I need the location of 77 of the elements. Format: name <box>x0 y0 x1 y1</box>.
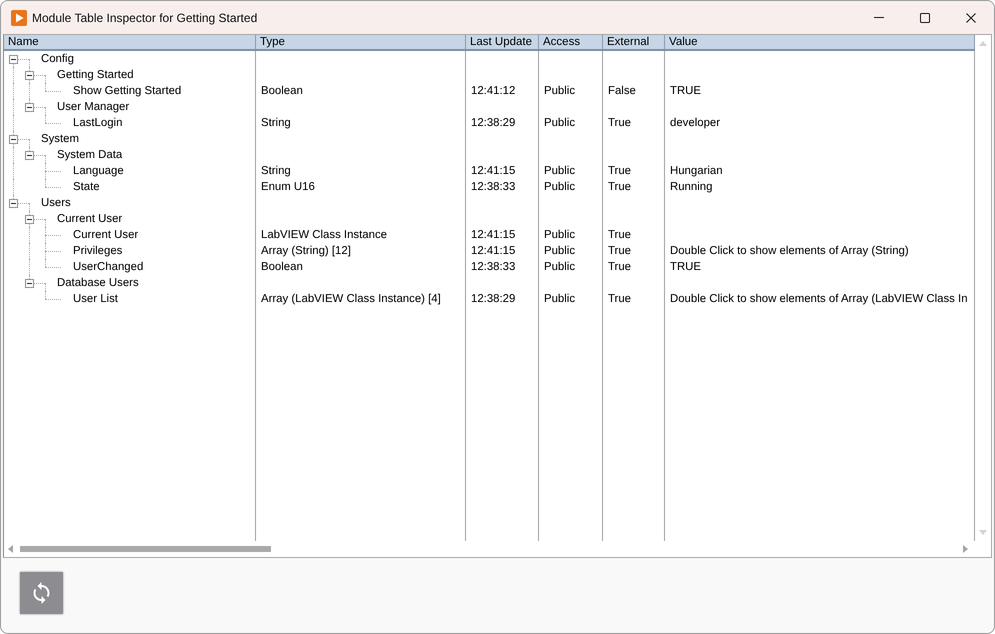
type-label: Enum U16 <box>261 180 315 195</box>
external-label: True <box>608 228 631 243</box>
external-label: True <box>608 244 631 259</box>
scrollbar-thumb[interactable] <box>20 546 271 552</box>
value-label: Double Click to show elements of Array (String) <box>670 244 909 259</box>
minus-box-icon[interactable] <box>25 215 34 224</box>
column-header[interactable]: Value <box>665 35 975 49</box>
tree-item-label[interactable]: Current User <box>57 211 122 227</box>
update-time: 12:41:15 <box>471 164 516 179</box>
column-header[interactable]: Name <box>4 35 256 49</box>
minus-box-icon[interactable] <box>25 151 34 160</box>
access-label: Public <box>544 260 576 275</box>
external-label: True <box>608 180 631 195</box>
access-label: Public <box>544 164 576 179</box>
update-time: 12:38:29 <box>471 292 516 307</box>
tree-item-label[interactable]: Database Users <box>57 275 139 291</box>
minimize-icon <box>874 17 884 18</box>
column-header[interactable]: Type <box>256 35 466 49</box>
minus-box-icon[interactable] <box>25 71 34 80</box>
value-label: Hungarian <box>670 164 723 179</box>
update-time: 12:38:33 <box>471 180 516 195</box>
minus-box-icon[interactable] <box>25 279 34 288</box>
external-label: True <box>608 164 631 179</box>
update-time: 12:38:29 <box>471 116 516 131</box>
type-label: Array (String) [12] <box>261 244 351 259</box>
close-icon <box>966 12 976 22</box>
value-label: Running <box>670 180 712 195</box>
update-time: 12:41:15 <box>471 244 516 259</box>
minus-box-icon[interactable] <box>9 135 18 144</box>
minus-box-icon[interactable] <box>9 199 18 208</box>
access-label: Public <box>544 228 576 243</box>
tree-item-label[interactable]: System <box>41 131 79 147</box>
tree-item-label[interactable]: User Manager <box>57 99 130 115</box>
access-label: Public <box>544 292 576 307</box>
tree-item-label[interactable]: Users <box>41 195 71 211</box>
tree-item-label[interactable]: UserChanged <box>73 259 144 275</box>
column-header[interactable]: Access <box>539 35 603 49</box>
type-label: LabVIEW Class Instance <box>261 228 387 243</box>
type-label: Array (LabVIEW Class Instance) [4] <box>261 292 441 307</box>
value-label: developer <box>670 116 720 131</box>
tree-item-label[interactable]: Getting Started <box>57 67 134 83</box>
access-label: Public <box>544 84 576 99</box>
type-label: String <box>261 164 291 179</box>
refresh-button[interactable] <box>20 572 63 614</box>
tree-item-label[interactable]: Config <box>41 51 74 67</box>
minus-box-icon[interactable] <box>9 55 18 64</box>
update-time: 12:38:33 <box>471 260 516 275</box>
maximize-icon <box>920 12 930 22</box>
minus-box-icon[interactable] <box>25 103 34 112</box>
column-header[interactable]: External <box>603 35 665 49</box>
window-title: Module Table Inspector for Getting Started <box>32 10 258 24</box>
tree-item-label[interactable]: Show Getting Started <box>73 83 182 99</box>
external-label: True <box>608 292 631 307</box>
tree-item-label[interactable]: LastLogin <box>73 115 122 131</box>
play-icon <box>11 10 27 26</box>
update-time: 12:41:15 <box>471 228 516 243</box>
tree-item-label[interactable]: Language <box>73 163 124 179</box>
type-label: String <box>261 116 291 131</box>
access-label: Public <box>544 244 576 259</box>
column-header[interactable]: Last Update <box>466 35 539 49</box>
access-label: Public <box>544 116 576 131</box>
tree-item-label[interactable]: Privileges <box>73 243 122 259</box>
update-time: 12:41:12 <box>471 84 516 99</box>
type-label: Boolean <box>261 84 303 99</box>
external-label: False <box>608 84 636 99</box>
tree-item-label[interactable]: System Data <box>57 147 122 163</box>
value-label: TRUE <box>670 260 702 275</box>
external-label: True <box>608 116 631 131</box>
value-label: TRUE <box>670 84 702 99</box>
external-label: True <box>608 260 631 275</box>
tree-item-label[interactable]: State <box>73 179 100 195</box>
tree-item-label[interactable]: User List <box>73 291 118 307</box>
tree-item-label[interactable]: Current User <box>73 227 138 243</box>
refresh-icon <box>33 582 50 604</box>
type-label: Boolean <box>261 260 303 275</box>
access-label: Public <box>544 180 576 195</box>
value-label: Double Click to show elements of Array (LabVIEW Class In <box>670 292 968 307</box>
